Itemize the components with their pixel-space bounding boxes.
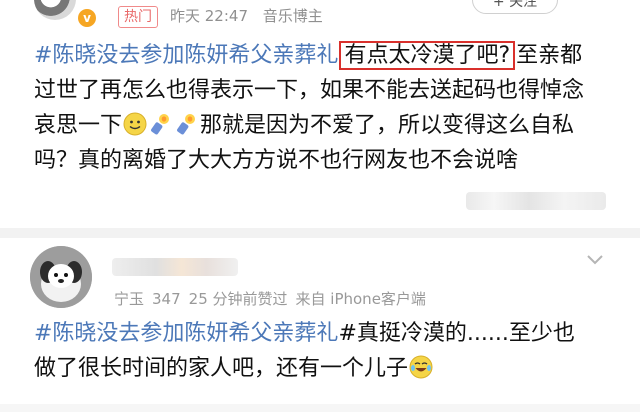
author-avatar[interactable] [34,0,76,20]
candle-emoji-icon [151,114,170,135]
post-source: 音乐博主 [262,7,323,25]
section-divider [0,228,640,238]
hot-tag: 热门 [118,6,158,28]
hashtag-link[interactable]: #陈晓没去参加陈妍希父亲葬礼 [34,321,338,346]
comment-votes: 347 [152,290,181,308]
follow-button[interactable]: + 关注 [472,0,558,14]
comment-time: 25 分钟前赞过 [188,290,288,308]
smile-emoji-icon [123,112,147,136]
chevron-down-icon[interactable] [586,252,604,268]
verified-badge-icon: v [78,9,96,27]
bottom-divider [0,404,640,412]
blurred-content [466,192,606,210]
comment-source: 来自 iPhone客户端 [295,290,426,308]
highlighted-phrase: 有点太冷漠了吧? [339,41,516,70]
comment-location: 宁玉 [114,290,145,308]
post-text: #陈晓没去参加陈妍希父亲葬礼 有点太冷漠了吧? 至亲都过世了再怎么也得表示一下，如果… [34,38,594,178]
comment-text: #陈晓没去参加陈妍希父亲葬礼#真挺冷漠的......至少也做了很长时间的家人吧，… [34,316,594,386]
laugh-cry-emoji-icon [409,355,433,379]
candle-emoji-icon [177,114,196,135]
post-time: 昨天 22:47 [170,7,248,25]
comment-meta: 宁玉 347 25 分钟前赞过 来自 iPhone客户端 [114,288,434,309]
hashtag-link[interactable]: #陈晓没去参加陈妍希父亲葬礼 [34,43,338,68]
post-meta: 昨天 22:47 音乐博主 [170,5,333,26]
dog-avatar-icon [30,246,92,308]
commenter-avatar[interactable] [30,246,92,308]
blurred-username [112,258,238,276]
